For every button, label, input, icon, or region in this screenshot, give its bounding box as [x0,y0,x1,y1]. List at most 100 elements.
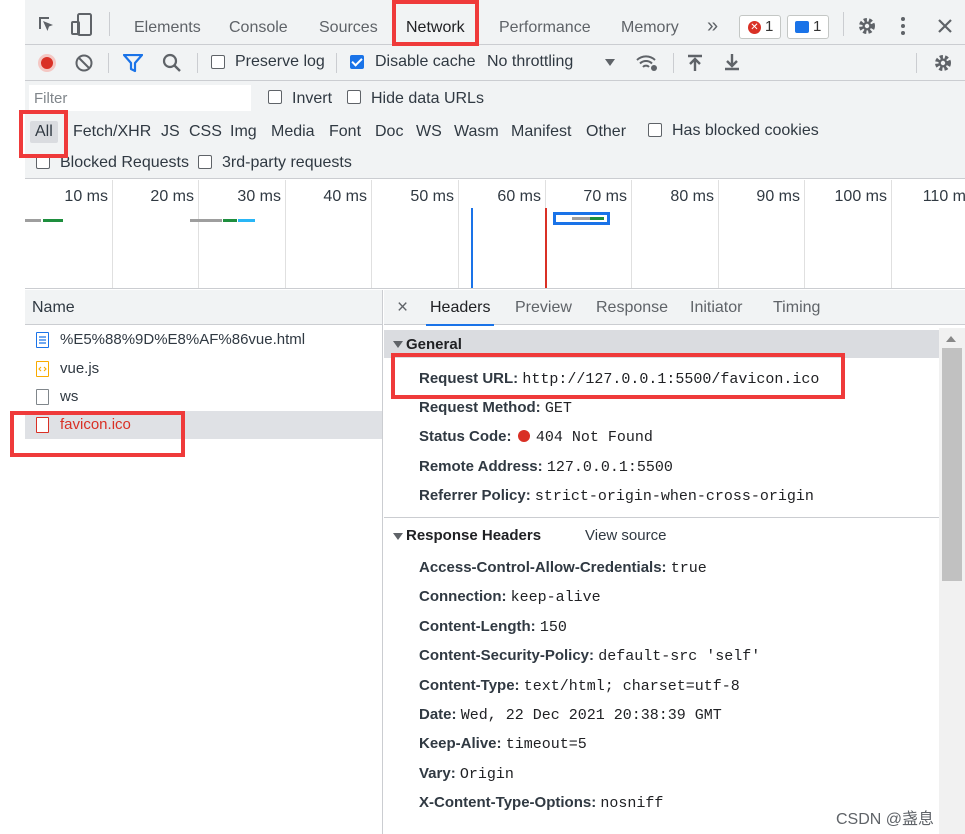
overview-tick-label: 50 ms [410,188,454,205]
type-filter-all[interactable]: All [30,121,58,143]
request-row[interactable]: %E5%88%9D%E8%AF%86vue.html [25,326,382,354]
toolbar-divider [673,53,674,73]
inspect-element-icon[interactable] [37,15,57,35]
request-details-pane: × Headers Preview Response Initiator Tim… [384,290,965,834]
clear-log-icon[interactable] [75,54,93,72]
tab-headers[interactable]: Headers [425,290,496,326]
filter-funnel-icon[interactable] [122,53,144,73]
tab-timing[interactable]: Timing [773,290,820,325]
overview-download-bar [223,219,237,222]
header-row-request-method: Request Method: GET [419,399,572,417]
type-filter-manifest[interactable]: Manifest [511,121,571,143]
hide-data-urls-label: Hide data URLs [371,90,484,107]
tab-preview[interactable]: Preview [515,290,572,325]
tab-initiator[interactable]: Initiator [690,290,742,325]
domcontentloaded-marker [471,208,473,288]
tab-elements[interactable]: Elements [134,0,201,45]
request-row[interactable]: ws [25,383,382,411]
disable-cache-label: Disable cache [375,53,476,70]
tab-console[interactable]: Console [229,0,288,45]
type-filter-css[interactable]: CSS [189,121,222,143]
invert-checkbox[interactable] [268,90,282,104]
third-party-checkbox[interactable] [198,155,212,169]
blocked-requests-label: Blocked Requests [60,154,189,171]
section-divider [384,517,939,518]
overview-gridline [891,180,892,288]
request-list: Name %E5%88%9D%E8%AF%86vue.html vue.js w… [25,290,383,834]
more-tabs-button[interactable]: » [707,0,718,45]
response-header-row: Date: Wed, 22 Dec 2021 20:38:39 GMT [419,706,722,724]
filter-input[interactable] [29,85,251,111]
type-filter-js[interactable]: JS [161,121,180,143]
close-details-button[interactable]: × [397,290,408,325]
preserve-log-label: Preserve log [235,53,325,70]
blocked-requests-checkbox[interactable] [36,155,50,169]
overview-gridline [631,180,632,288]
type-filter-img[interactable]: Img [230,121,257,143]
timeline-overview[interactable]: 10 ms 20 ms 30 ms 40 ms 50 ms 60 ms 70 ms 80 ms… [25,180,965,289]
details-scrollbar-thumb[interactable] [942,348,962,581]
request-row-selected[interactable]: favicon.ico [25,411,382,439]
overview-gridline [285,180,286,288]
import-har-icon[interactable] [687,54,703,72]
details-tab-bar: × Headers Preview Response Initiator Tim… [384,290,965,326]
tab-divider [843,12,844,36]
network-toolbar: Preserve log Disable cache No throttling [25,45,965,81]
preserve-log-checkbox[interactable] [211,55,225,69]
response-header-row: Content-Type: text/html; charset=utf-8 [419,677,740,695]
has-blocked-cookies-label: Has blocked cookies [672,122,819,139]
load-event-marker [545,208,547,288]
network-conditions-icon[interactable] [635,53,659,73]
messages-badge[interactable]: 1 [787,15,830,39]
type-filter-other[interactable]: Other [586,121,626,143]
scroll-up-arrow-icon[interactable] [946,336,956,342]
overview-download-bar [43,219,63,222]
overview-download-bar [590,217,604,220]
type-filter-doc[interactable]: Doc [375,121,403,143]
overview-gridline [198,180,199,288]
chevron-down-icon [605,59,615,66]
name-column-header[interactable]: Name [25,290,382,325]
type-filter-ws[interactable]: WS [416,121,442,143]
record-button-icon[interactable] [38,54,56,72]
overview-tick-label: 40 ms [323,188,367,205]
toolbar-divider [916,53,917,73]
view-source-link[interactable]: View source [585,520,666,552]
search-icon[interactable] [162,53,182,73]
tab-performance[interactable]: Performance [499,0,591,45]
status-error-dot-icon [517,430,530,442]
toolbar-divider [336,53,337,73]
response-headers-section-header[interactable]: Response Headers View source [384,520,939,552]
general-section-header[interactable]: General [384,330,939,358]
overview-tick-label: 20 ms [150,188,194,205]
tab-response[interactable]: Response [596,290,668,325]
throttling-select[interactable]: No throttling [487,53,573,71]
type-filter-fetch-xhr[interactable]: Fetch/XHR [73,121,151,143]
tab-sources[interactable]: Sources [319,0,378,45]
network-settings-gear-icon[interactable] [933,53,953,73]
type-filter-font[interactable]: Font [329,121,361,143]
type-filter-wasm[interactable]: Wasm [454,121,499,143]
has-blocked-cookies-checkbox[interactable] [648,123,662,137]
overview-tick-label: 100 ms [834,188,887,205]
device-toolbar-icon[interactable] [71,13,93,37]
hide-data-urls-checkbox[interactable] [347,90,361,104]
overview-tick-label: 60 ms [497,188,541,205]
tab-memory[interactable]: Memory [621,0,679,45]
response-header-row: Content-Security-Policy: default-src 'se… [419,647,761,665]
message-icon [795,21,809,33]
errors-badge[interactable]: ✕ 1 [739,15,782,39]
request-row[interactable]: vue.js [25,355,382,383]
tab-network[interactable]: Network [406,0,465,45]
disable-cache-checkbox[interactable] [350,55,364,69]
toolbar-divider [108,53,109,73]
type-filter-media[interactable]: Media [271,121,315,143]
overview-waiting-bar [190,219,222,222]
overview-tick-label: 70 ms [583,188,627,205]
tab-divider [109,12,110,36]
export-har-icon[interactable] [724,53,740,71]
more-options-icon[interactable] [900,16,906,36]
close-devtools-icon[interactable] [937,18,953,34]
settings-gear-icon[interactable] [857,16,877,36]
response-header-row: Vary: Origin [419,765,514,783]
